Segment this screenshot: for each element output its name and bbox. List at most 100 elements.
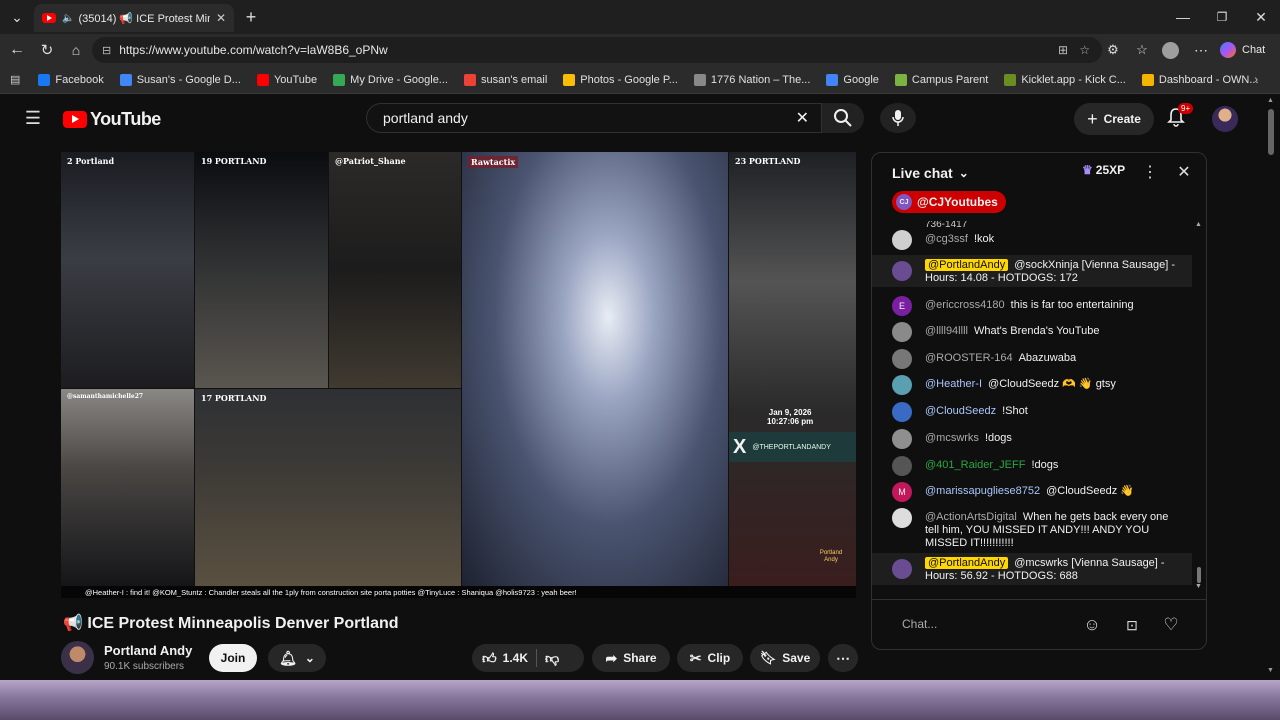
bookmark-item[interactable]: YouTube: [256, 73, 317, 86]
new-tab-plus-icon[interactable]: +: [240, 6, 262, 28]
save-button[interactable]: 🔖︎ Save: [750, 644, 820, 672]
page-scrollbar[interactable]: ▲ ▼: [1265, 95, 1277, 680]
chat-author-avatar[interactable]: [892, 230, 912, 250]
chat-author-avatar[interactable]: [892, 349, 912, 369]
url-bar[interactable]: ⊟ https://www.youtube.com/watch?v=laW8B6…: [92, 37, 1102, 63]
notification-bell-button[interactable]: 🔔︎ ⌄: [268, 644, 326, 672]
bookmark-item[interactable]: Susan's - Google D...: [119, 73, 241, 86]
chat-message[interactable]: @PortlandAndy @sockXninja [Vienna Sausage…: [872, 255, 1192, 287]
chat-author-name[interactable]: @401_Raider_JEFF: [925, 459, 1025, 471]
chat-author-avatar[interactable]: M: [892, 482, 912, 502]
like-button[interactable]: 👍︎ 1.4K: [482, 650, 528, 667]
chat-author-avatar[interactable]: [892, 375, 912, 395]
chat-message[interactable]: @cg3ssf !kok: [872, 229, 1192, 251]
chat-author-name[interactable]: @CloudSeedz: [925, 405, 996, 417]
channel-name[interactable]: Portland Andy: [104, 643, 192, 658]
share-button[interactable]: ➦ Share: [592, 644, 670, 672]
bookmarks-overflow-chevron-icon[interactable]: ›: [1254, 74, 1258, 86]
chat-author-name[interactable]: @PortlandAndy: [925, 557, 1009, 569]
chat-message[interactable]: @ActionArtsDigital When he gets back ever…: [872, 507, 1192, 551]
bookmark-item[interactable]: 1776 Nation – The...: [693, 73, 810, 86]
back-arrow-icon[interactable]: ←: [6, 39, 28, 61]
tab-list-chevron-icon[interactable]: ⌄: [6, 6, 28, 28]
chat-author-avatar[interactable]: E: [892, 296, 912, 316]
tab-close-icon[interactable]: ✕: [216, 11, 226, 25]
scroll-down-icon[interactable]: ▼: [1195, 583, 1202, 590]
reload-icon[interactable]: ↻: [36, 39, 58, 61]
chat-author-name[interactable]: @llll94llll: [925, 325, 968, 337]
chat-message[interactable]: @mcswrks !dogs: [872, 428, 1192, 450]
chat-author-avatar[interactable]: [892, 429, 912, 449]
dislike-button[interactable]: 👎︎: [545, 650, 559, 667]
video-player[interactable]: 2 Portland 19 PORTLAND @Patriot_Shane Ra…: [61, 152, 856, 598]
clear-search-icon[interactable]: ✕: [796, 108, 809, 128]
youtube-logo[interactable]: YouTube: [63, 109, 161, 130]
scroll-thumb[interactable]: [1197, 567, 1201, 583]
heart-icon[interactable]: ♡: [1160, 614, 1182, 636]
close-window-icon[interactable]: ✕: [1250, 6, 1272, 28]
chat-author-avatar[interactable]: [892, 322, 912, 342]
chat-message[interactable]: E @ericcross4180 this is far too entertain…: [872, 295, 1192, 317]
site-info-icon[interactable]: ⊟: [102, 44, 111, 57]
chat-author-name[interactable]: @ActionArtsDigital: [925, 511, 1017, 523]
live-chat-header[interactable]: Live chat ⌄: [892, 165, 969, 181]
chat-message[interactable]: @llll94llll What's Brenda's YouTube: [872, 321, 1192, 343]
bookmark-item[interactable]: Facebook: [38, 73, 104, 86]
apps-icon[interactable]: ⊞: [1058, 43, 1068, 57]
search-input[interactable]: portland andy ✕: [366, 103, 822, 133]
home-icon[interactable]: ⌂: [65, 39, 87, 61]
chat-message[interactable]: @CloudSeedz !Shot: [872, 401, 1192, 423]
chat-author-avatar[interactable]: [892, 456, 912, 476]
chat-message[interactable]: M @marissapugliese8752 @CloudSeedz 👋: [872, 481, 1192, 503]
chat-messages-area[interactable]: 736-1417 @cg3ssf !kok @PortlandAndy @sockXn…: [872, 221, 1206, 597]
channel-avatar[interactable]: [61, 641, 94, 674]
pinned-user-chip[interactable]: CJ @CJYoutubes: [892, 191, 1006, 213]
copilot-chat-button[interactable]: Chat: [1220, 38, 1274, 62]
bookmark-item[interactable]: Kicklet.app - Kick C...: [1004, 73, 1126, 86]
favorites-icon[interactable]: ☆: [1131, 39, 1153, 61]
join-button[interactable]: Join: [209, 644, 257, 672]
bookmark-item[interactable]: Google: [826, 73, 879, 86]
bookmark-item[interactable]: My Drive - Google...: [333, 73, 448, 86]
hamburger-menu-icon[interactable]: ☰: [22, 107, 44, 129]
chat-author-avatar[interactable]: [892, 559, 912, 579]
chat-author-avatar[interactable]: [892, 402, 912, 422]
chat-author-avatar[interactable]: [892, 261, 912, 281]
favorite-star-icon[interactable]: ☆: [1079, 43, 1090, 57]
page-scroll-thumb[interactable]: [1268, 109, 1274, 155]
scroll-up-icon[interactable]: ▲: [1195, 221, 1202, 228]
chat-author-avatar[interactable]: [892, 508, 912, 528]
chat-message[interactable]: @ROOSTER-164 Abazuwaba: [872, 348, 1192, 370]
create-button[interactable]: + Create: [1074, 103, 1154, 135]
chat-more-options-icon[interactable]: ⋮: [1140, 161, 1160, 183]
bookmark-item[interactable]: susan's email: [463, 73, 547, 86]
mute-icon[interactable]: 🔈: [62, 13, 74, 24]
chat-author-name[interactable]: @ericcross4180: [925, 299, 1005, 311]
notifications-button[interactable]: 9+: [1166, 103, 1194, 131]
page-scroll-up-icon[interactable]: ▲: [1267, 97, 1274, 104]
chat-message[interactable]: @401_Raider_JEFF !dogs: [872, 455, 1192, 477]
profile-avatar[interactable]: [1162, 42, 1179, 59]
clip-button[interactable]: ✂ Clip: [677, 644, 743, 672]
chat-author-name[interactable]: @mcswrks: [925, 432, 979, 444]
extensions-icon[interactable]: ⚙: [1102, 39, 1124, 61]
chat-message[interactable]: @PortlandAndy @mcswrks [Vienna Sausage] -…: [872, 553, 1192, 585]
browser-tab-active[interactable]: 🔈 (35014) 📢 ICE Protest Minnea ✕: [34, 4, 234, 32]
chat-message[interactable]: @Heather-I @CloudSeedz 🫶 👋 gtsy: [872, 374, 1192, 396]
bookmark-item[interactable]: Campus Parent: [894, 73, 988, 86]
chat-author-name[interactable]: @cg3ssf: [925, 233, 968, 245]
bookmark-item[interactable]: Dashboard - OWN...: [1141, 73, 1259, 86]
chat-scrollbar[interactable]: ▲ ▼: [1195, 221, 1202, 590]
bookmark-item[interactable]: Photos - Google P...: [563, 73, 678, 86]
minimize-icon[interactable]: —: [1172, 6, 1194, 28]
chat-input[interactable]: Chat...: [902, 617, 1072, 631]
chat-author-name[interactable]: @ROOSTER-164: [925, 352, 1013, 364]
voice-search-button[interactable]: [880, 103, 916, 133]
reading-list-icon[interactable]: ▤: [10, 73, 20, 86]
chat-author-name[interactable]: @marissapugliese8752: [925, 485, 1040, 497]
super-chat-icon[interactable]: ⊡: [1121, 614, 1143, 636]
maximize-icon[interactable]: ❐: [1211, 6, 1233, 28]
xp-badge[interactable]: ♛ 25XP: [1082, 163, 1125, 177]
more-menu-icon[interactable]: ⋯: [1190, 39, 1212, 61]
page-scroll-down-icon[interactable]: ▼: [1267, 667, 1274, 674]
